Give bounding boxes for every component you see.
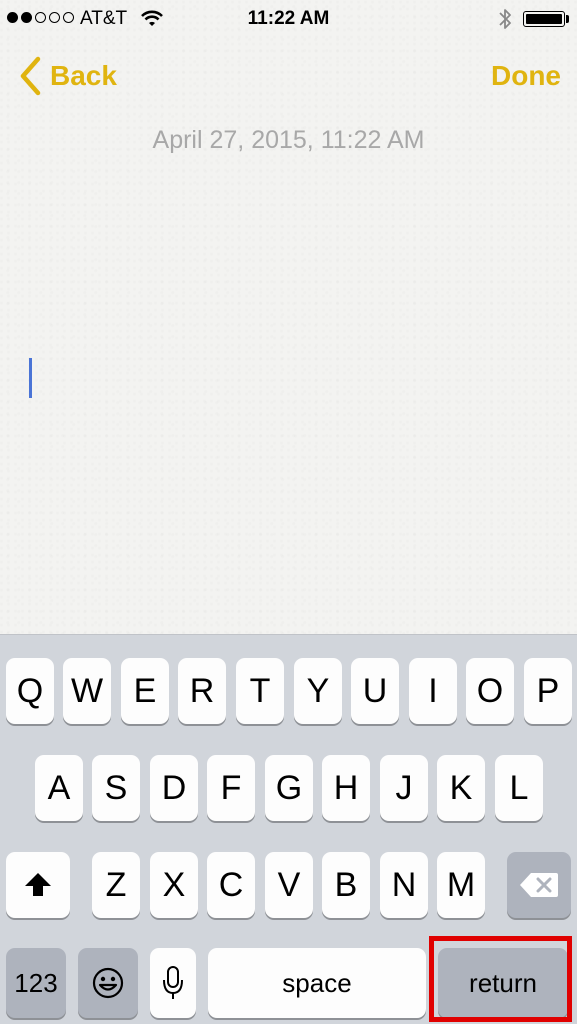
key-x[interactable]: X — [150, 852, 198, 918]
done-button[interactable]: Done — [491, 56, 561, 96]
microphone-icon — [163, 966, 183, 999]
key-r[interactable]: R — [178, 658, 226, 724]
key-p[interactable]: P — [524, 658, 572, 724]
key-n[interactable]: N — [380, 852, 428, 918]
key-label: I — [428, 671, 438, 710]
key-label: C — [218, 865, 244, 904]
key-o[interactable]: O — [466, 658, 514, 724]
key-l[interactable]: L — [495, 755, 543, 821]
key-label: H — [333, 768, 359, 807]
key-label: W — [70, 671, 104, 710]
numbers-key[interactable]: 123 — [6, 948, 66, 1018]
key-d[interactable]: D — [150, 755, 198, 821]
battery-icon — [523, 11, 565, 27]
key-b[interactable]: B — [322, 852, 370, 918]
key-a[interactable]: A — [35, 755, 83, 821]
numbers-label: 123 — [14, 967, 58, 998]
key-h[interactable]: H — [322, 755, 370, 821]
key-label: T — [249, 671, 271, 710]
return-key[interactable]: return — [438, 948, 568, 1018]
space-key[interactable]: space — [208, 948, 426, 1018]
key-label: U — [362, 671, 388, 710]
key-label: E — [133, 671, 157, 710]
key-label: K — [449, 768, 473, 807]
key-label: L — [509, 768, 529, 807]
space-label: space — [282, 967, 352, 998]
return-label: return — [469, 967, 537, 998]
key-w[interactable]: W — [63, 658, 111, 724]
back-button[interactable]: Back — [18, 56, 117, 96]
key-m[interactable]: M — [437, 852, 485, 918]
key-e[interactable]: E — [121, 658, 169, 724]
key-c[interactable]: C — [207, 852, 255, 918]
key-label: X — [162, 865, 186, 904]
shift-icon — [25, 873, 51, 896]
key-label: G — [275, 768, 303, 807]
key-label: Z — [105, 865, 127, 904]
key-y[interactable]: Y — [294, 658, 342, 724]
emoji-key[interactable] — [78, 948, 138, 1018]
key-i[interactable]: I — [409, 658, 457, 724]
key-label: S — [104, 768, 128, 807]
chevron-left-icon — [20, 56, 41, 96]
key-v[interactable]: V — [265, 852, 313, 918]
key-label: Q — [16, 671, 44, 710]
dictation-key[interactable] — [150, 948, 196, 1018]
key-label: N — [391, 865, 417, 904]
back-label: Back — [50, 60, 117, 91]
key-label: O — [476, 671, 504, 710]
battery-fill — [526, 14, 562, 24]
key-label: P — [536, 671, 560, 710]
key-label: A — [47, 768, 71, 807]
shift-key[interactable] — [6, 852, 70, 918]
key-g[interactable]: G — [265, 755, 313, 821]
note-text-area[interactable] — [20, 340, 560, 620]
key-label: J — [395, 768, 413, 807]
key-k[interactable]: K — [437, 755, 485, 821]
emoji-icon — [92, 967, 124, 999]
key-u[interactable]: U — [351, 658, 399, 724]
key-label: V — [277, 865, 301, 904]
text-cursor — [29, 358, 32, 398]
key-t[interactable]: T — [236, 658, 284, 724]
notes-screen: AT&T 11:22 AM Back Done April 27, 2015, … — [0, 0, 577, 1024]
key-f[interactable]: F — [207, 755, 255, 821]
keyboard: Q W E R T Y U I O P A S D F G H J K L Z … — [0, 634, 577, 1024]
key-s[interactable]: S — [92, 755, 140, 821]
key-label: Y — [306, 671, 330, 710]
key-z[interactable]: Z — [92, 852, 140, 918]
battery-tip — [566, 15, 569, 23]
delete-key[interactable] — [507, 852, 571, 918]
bluetooth-icon — [497, 6, 513, 37]
key-j[interactable]: J — [380, 755, 428, 821]
delete-icon — [520, 873, 558, 897]
key-label: R — [189, 671, 215, 710]
key-q[interactable]: Q — [6, 658, 54, 724]
status-bar: AT&T 11:22 AM — [0, 0, 577, 40]
status-time: 11:22 AM — [247, 8, 330, 29]
key-label: D — [161, 768, 187, 807]
key-label: F — [220, 768, 242, 807]
key-label: B — [334, 865, 358, 904]
note-date: April 27, 2015, 11:22 AM — [152, 126, 425, 154]
key-label: M — [446, 865, 476, 904]
